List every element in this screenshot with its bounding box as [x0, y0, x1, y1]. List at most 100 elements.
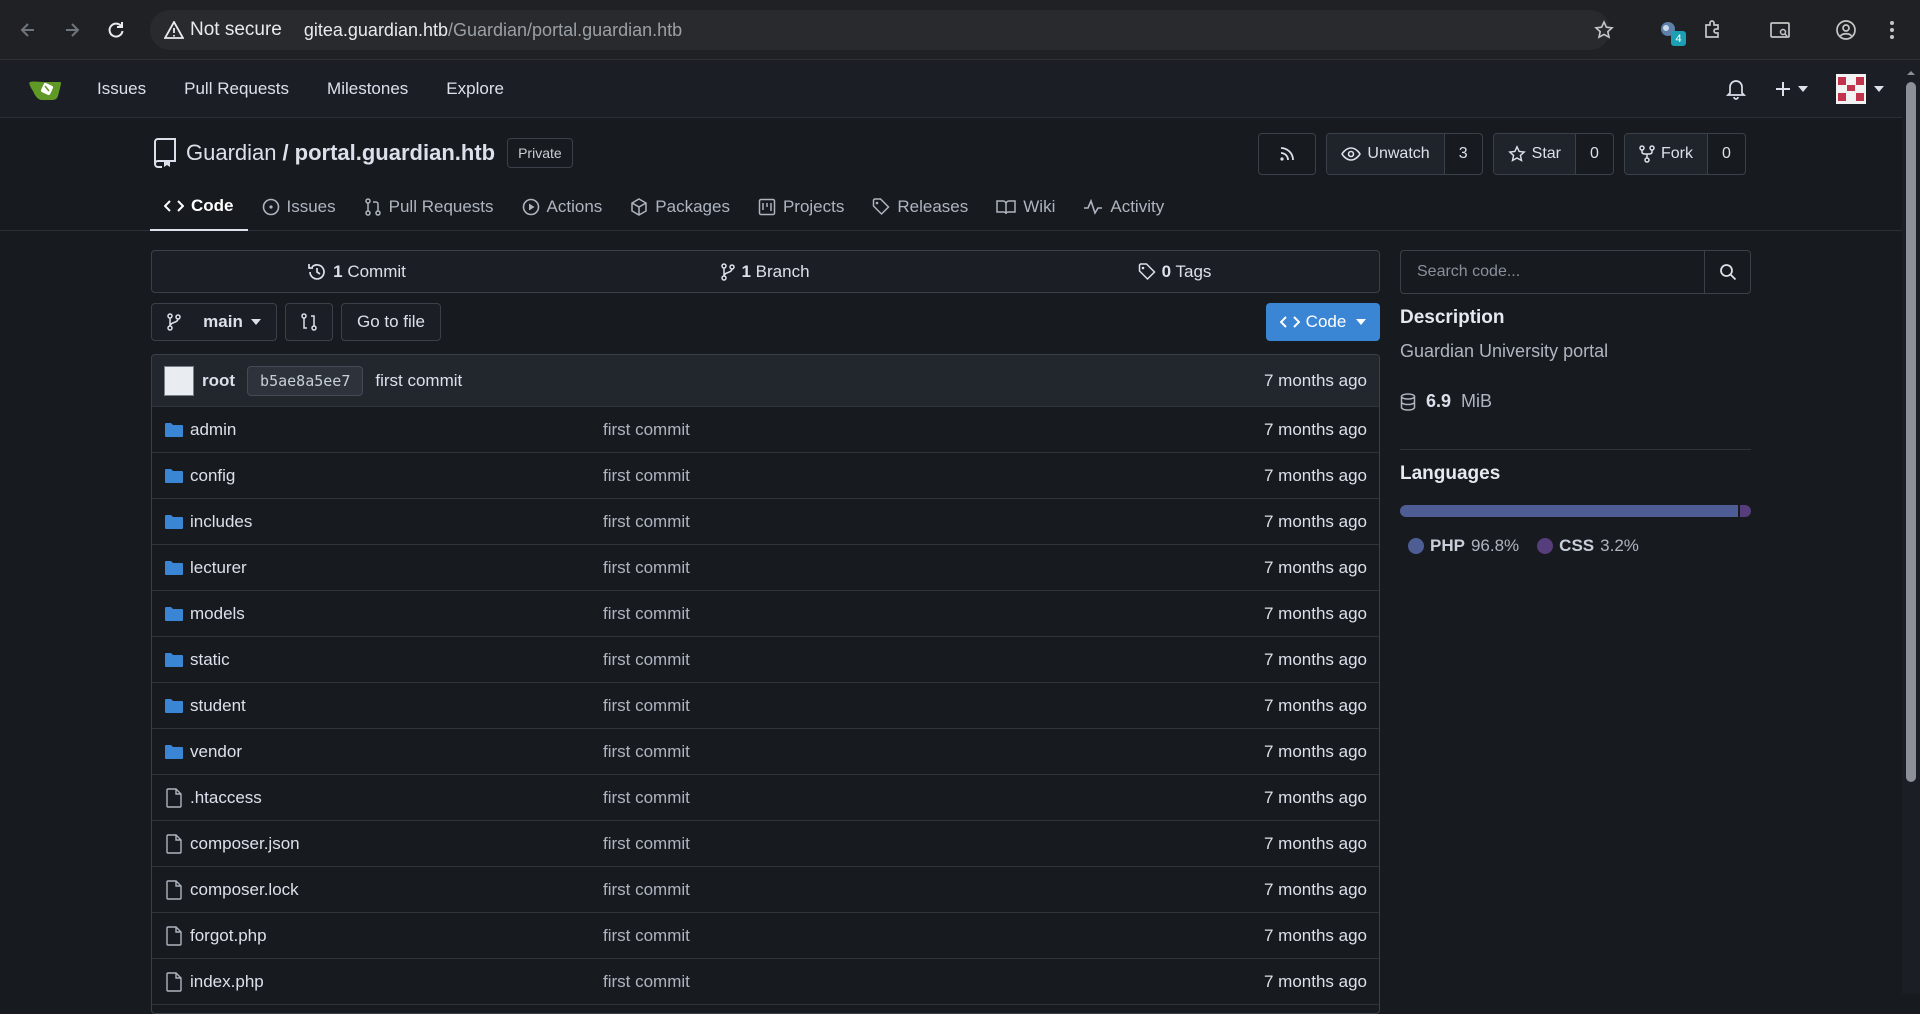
repo-owner-link[interactable]: Guardian: [186, 140, 277, 166]
branches-link[interactable]: 1 Branch: [561, 251, 970, 292]
file-commit-message[interactable]: first commit: [603, 972, 690, 992]
address-bar[interactable]: Not secure gitea.guardian.htb/Guardian/p…: [150, 10, 1610, 50]
file-name-link[interactable]: models: [190, 604, 245, 624]
notifications-button[interactable]: [1726, 78, 1746, 100]
tab-label: Actions: [546, 196, 603, 216]
file-name-link[interactable]: composer.lock: [190, 880, 299, 900]
file-name-link[interactable]: lecturer: [190, 558, 247, 578]
file-name-link[interactable]: student: [190, 696, 246, 716]
tab-projects[interactable]: Projects: [744, 182, 858, 231]
browser-menu-button[interactable]: [1876, 14, 1908, 46]
compare-button[interactable]: [285, 303, 333, 341]
url-host: gitea.guardian.htb: [303, 19, 448, 40]
unwatch-button[interactable]: Unwatch: [1327, 134, 1444, 174]
file-commit-message[interactable]: first commit: [603, 788, 690, 808]
file-commit-message[interactable]: first commit: [603, 880, 690, 900]
star-button[interactable]: Star: [1493, 134, 1575, 174]
file-commit-message[interactable]: first commit: [603, 558, 690, 578]
file-commit-message[interactable]: first commit: [603, 466, 690, 486]
nav-issues[interactable]: Issues: [78, 79, 165, 99]
file-commit-message[interactable]: first commit: [603, 834, 690, 854]
security-indicator[interactable]: Not secure: [164, 19, 282, 41]
file-name-link[interactable]: composer.json: [190, 834, 300, 854]
nav-milestones[interactable]: Milestones: [308, 79, 427, 99]
file-commit-message[interactable]: first commit: [603, 512, 690, 532]
language-item[interactable]: CSS 3.2%: [1537, 536, 1639, 556]
nav-pull-requests[interactable]: Pull Requests: [165, 79, 308, 99]
commit-message[interactable]: first commit: [375, 371, 462, 391]
branch-selector[interactable]: main: [151, 303, 277, 341]
tab-search-button[interactable]: [1764, 14, 1796, 46]
scrollbar-thumb[interactable]: [1906, 82, 1916, 782]
file-name-link[interactable]: static: [190, 650, 230, 670]
tab-issues[interactable]: Issues: [248, 182, 350, 231]
nav-explore[interactable]: Explore: [427, 79, 523, 99]
file-name-link[interactable]: forgot.php: [190, 926, 267, 946]
language-list: PHP 96.8% CSS 3.2%: [1408, 536, 1639, 556]
fork-button[interactable]: Fork: [1625, 134, 1707, 174]
reload-button[interactable]: [100, 14, 132, 46]
stars-count[interactable]: 0: [1575, 134, 1613, 174]
account-circle-icon: [1836, 20, 1856, 40]
language-percent: 3.2%: [1600, 536, 1639, 555]
commit-author-avatar[interactable]: [164, 365, 194, 396]
tag-count: 0: [1161, 261, 1172, 281]
forward-button[interactable]: [56, 14, 88, 46]
file-commit-message[interactable]: first commit: [603, 742, 690, 762]
extensions-puzzle-button[interactable]: [1696, 14, 1728, 46]
unwatch-label: Unwatch: [1367, 145, 1430, 162]
forks-count[interactable]: 0: [1707, 134, 1745, 174]
file-name-link[interactable]: includes: [190, 512, 252, 532]
file-name-link[interactable]: vendor: [190, 742, 242, 762]
tab-code[interactable]: Code: [150, 182, 248, 231]
scroll-up-arrow-icon: [1907, 71, 1915, 75]
tab-pull-requests[interactable]: Pull Requests: [350, 182, 508, 231]
file-commit-message[interactable]: first commit: [603, 650, 690, 670]
profile-button[interactable]: [1830, 14, 1862, 46]
tab-releases[interactable]: Releases: [858, 182, 982, 231]
star-icon: [1507, 145, 1526, 162]
project-icon: [758, 198, 776, 215]
gitea-logo-icon[interactable]: [28, 74, 66, 104]
latest-commit-row: root b5ae8a5ee7 first commit 7 months ag…: [152, 355, 1379, 407]
search-button[interactable]: [1704, 251, 1750, 293]
go-to-file-button[interactable]: Go to file: [341, 303, 441, 341]
file-name-link[interactable]: config: [190, 466, 235, 486]
tags-link[interactable]: 0 Tags: [970, 251, 1379, 292]
tab-packages[interactable]: Packages: [616, 182, 744, 231]
file-commit-message[interactable]: first commit: [603, 926, 690, 946]
create-new-dropdown[interactable]: [1774, 80, 1808, 98]
branch-icon: [721, 262, 736, 281]
clone-code-button[interactable]: Code: [1266, 303, 1380, 341]
tab-activity[interactable]: Activity: [1069, 182, 1178, 231]
folder-icon: [165, 652, 183, 667]
file-name-link[interactable]: index.php: [190, 972, 264, 992]
file-commit-message[interactable]: first commit: [603, 420, 690, 440]
tab-actions[interactable]: Actions: [508, 182, 617, 231]
tab-wiki[interactable]: Wiki: [982, 182, 1069, 231]
caret-down-icon: [1798, 86, 1808, 92]
rss-feed-button[interactable]: [1258, 133, 1317, 175]
language-item[interactable]: PHP 96.8%: [1408, 536, 1519, 556]
file-commit-message[interactable]: first commit: [603, 604, 690, 624]
user-menu-dropdown[interactable]: [1836, 74, 1884, 104]
repo-name-link[interactable]: portal.guardian.htb: [295, 140, 495, 166]
site-navbar: Issues Pull Requests Milestones Explore: [0, 60, 1902, 118]
page-scrollbar[interactable]: [1902, 60, 1920, 994]
search-code-input[interactable]: [1401, 251, 1704, 293]
watchers-count[interactable]: 3: [1443, 134, 1482, 174]
avatar[interactable]: [1836, 74, 1866, 104]
file-commit-message[interactable]: first commit: [603, 696, 690, 716]
commit-sha[interactable]: b5ae8a5ee7: [247, 365, 364, 396]
bookmark-star-button[interactable]: [1588, 14, 1620, 46]
puzzle-icon: [1705, 20, 1719, 38]
commits-link[interactable]: 1 Commit: [152, 251, 561, 292]
extension-button[interactable]: 4: [1652, 14, 1686, 46]
file-name-link[interactable]: admin: [190, 420, 236, 440]
tag-label: Tags: [1175, 261, 1212, 281]
pull-request-icon: [364, 197, 381, 216]
file-name-link[interactable]: .htaccess: [190, 788, 262, 808]
commit-author[interactable]: root: [202, 371, 235, 391]
repo-tabs: Code Issues Pull Requests Actions Packag…: [150, 182, 1178, 231]
back-button[interactable]: [12, 14, 44, 46]
